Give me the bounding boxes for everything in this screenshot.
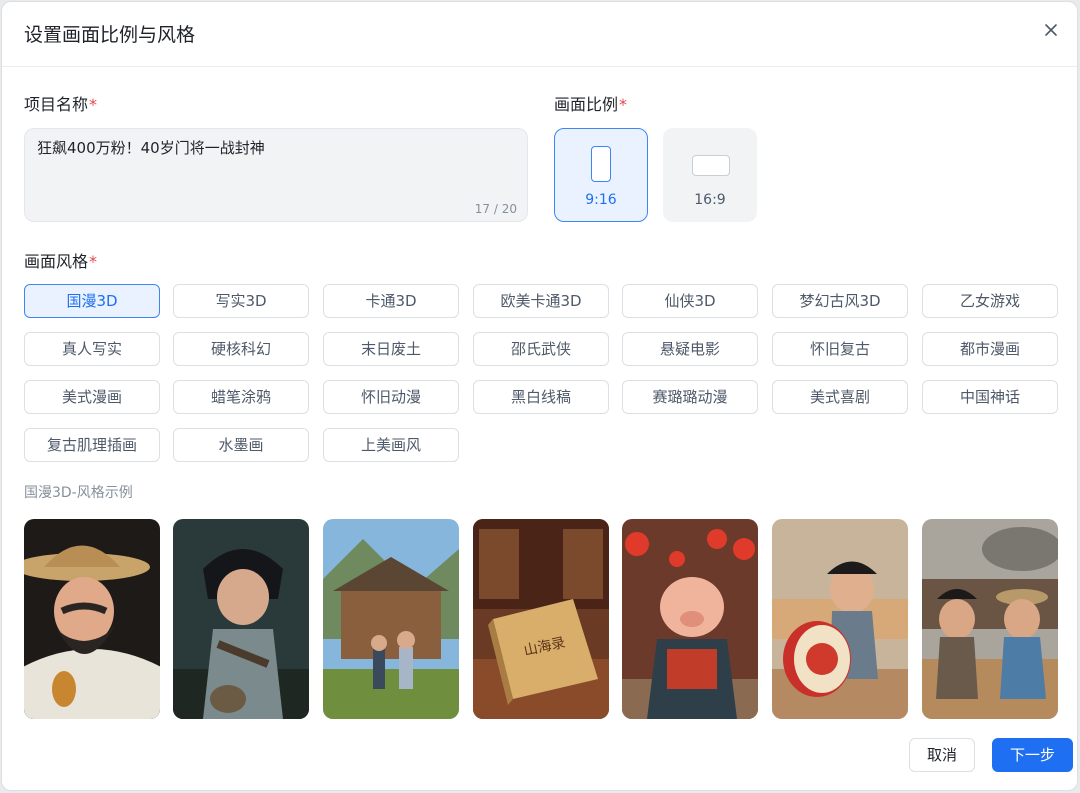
- required-mark: *: [89, 95, 98, 114]
- style-chip[interactable]: 水墨画: [173, 428, 309, 462]
- style-label: 画面风格*: [24, 248, 97, 272]
- style-label-text: 画面风格: [24, 252, 89, 271]
- style-chip[interactable]: 美式喜剧: [772, 380, 908, 414]
- ratio-label: 9:16: [585, 192, 617, 208]
- style-chip[interactable]: 怀旧动漫: [323, 380, 459, 414]
- style-chip[interactable]: 仙侠3D: [622, 284, 758, 318]
- style-chip[interactable]: 上美画风: [323, 428, 459, 462]
- style-chip[interactable]: 悬疑电影: [622, 332, 758, 366]
- style-chip[interactable]: 美式漫画: [24, 380, 160, 414]
- example-thumbnail: [772, 519, 908, 719]
- ratio-label: 16:9: [694, 192, 726, 208]
- ratio-option-9-16[interactable]: 9:16: [554, 128, 648, 222]
- examples-caption: 国漫3D-风格示例: [24, 485, 133, 501]
- project-name-value[interactable]: 狂飙400万粉！40岁门将一战封神: [37, 137, 265, 158]
- aspect-ratio-label-text: 画面比例: [554, 95, 619, 114]
- project-name-label: 项目名称*: [24, 91, 97, 115]
- example-thumbnail: [922, 519, 1058, 719]
- example-thumbnail: [173, 519, 309, 719]
- next-step-button[interactable]: 下一步: [992, 738, 1073, 772]
- style-chip[interactable]: 黑白线稿: [473, 380, 609, 414]
- style-chip[interactable]: 梦幻古风3D: [772, 284, 908, 318]
- style-chip[interactable]: 末日废土: [323, 332, 459, 366]
- style-chip[interactable]: 怀旧复古: [772, 332, 908, 366]
- dialog-title: 设置画面比例与风格: [24, 24, 196, 46]
- required-mark: *: [89, 252, 98, 271]
- required-mark: *: [619, 95, 628, 114]
- project-name-label-text: 项目名称: [24, 95, 89, 114]
- portrait-rect-icon: [591, 146, 611, 182]
- style-chip[interactable]: 硬核科幻: [173, 332, 309, 366]
- style-chip[interactable]: 欧美卡通3D: [473, 284, 609, 318]
- style-chip[interactable]: 卡通3D: [323, 284, 459, 318]
- close-icon[interactable]: [1041, 20, 1061, 40]
- dialog-header: 设置画面比例与风格: [2, 2, 1077, 67]
- example-thumbnail: 山海录: [473, 519, 609, 719]
- settings-dialog: 设置画面比例与风格 项目名称* 狂飙400万粉！40岁门将一战封神 17 / 2…: [1, 1, 1078, 791]
- aspect-ratio-label: 画面比例*: [554, 91, 627, 115]
- style-chip[interactable]: 邵氏武侠: [473, 332, 609, 366]
- style-chip[interactable]: 国漫3D: [24, 284, 160, 318]
- style-chip[interactable]: 复古肌理插画: [24, 428, 160, 462]
- style-chip[interactable]: 中国神话: [922, 380, 1058, 414]
- ratio-option-16-9[interactable]: 16:9: [663, 128, 757, 222]
- style-chip[interactable]: 写实3D: [173, 284, 309, 318]
- project-name-input[interactable]: 狂飙400万粉！40岁门将一战封神 17 / 20: [24, 128, 528, 222]
- style-chip[interactable]: 赛璐璐动漫: [622, 380, 758, 414]
- style-chip[interactable]: 乙女游戏: [922, 284, 1058, 318]
- example-thumbnail: [24, 519, 160, 719]
- style-chip[interactable]: 真人写实: [24, 332, 160, 366]
- style-chip[interactable]: 蜡笔涂鸦: [173, 380, 309, 414]
- style-chip[interactable]: 都市漫画: [922, 332, 1058, 366]
- example-thumbnail: [622, 519, 758, 719]
- char-counter: 17 / 20: [474, 202, 517, 216]
- example-thumbnail: [323, 519, 459, 719]
- cancel-button[interactable]: 取消: [909, 738, 975, 772]
- landscape-rect-icon: [692, 155, 730, 176]
